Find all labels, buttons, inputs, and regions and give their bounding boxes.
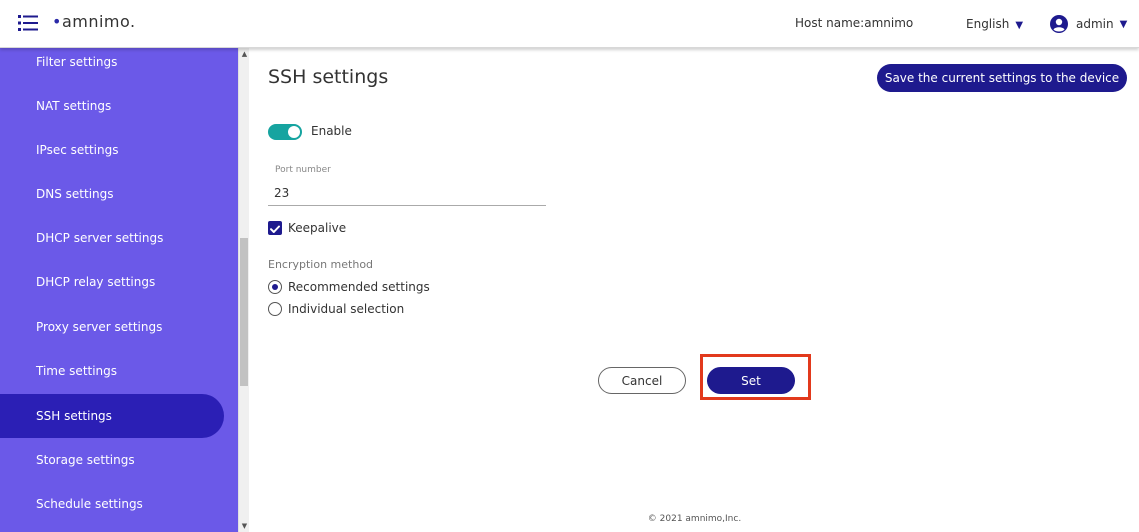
- language-value: English: [966, 17, 1010, 31]
- sidebar-item-dhcp-relay-settings[interactable]: DHCP relay settings: [0, 260, 224, 304]
- save-to-device-button[interactable]: Save the current settings to the device: [877, 64, 1127, 92]
- top-header: •amnimo. Host name:amnimo English ▼ admin…: [0, 0, 1139, 48]
- radio-individual-selection[interactable]: [268, 302, 282, 316]
- scrollbar-thumb[interactable]: [240, 238, 248, 386]
- radio-recommended-settings[interactable]: [268, 280, 282, 294]
- sidebar-item-time-settings[interactable]: Time settings: [0, 349, 224, 393]
- language-selector[interactable]: English ▼: [966, 17, 1023, 31]
- caret-down-icon: ▼: [1119, 18, 1128, 30]
- amnimo-logo[interactable]: •amnimo.: [52, 12, 136, 31]
- sidebar-item-dhcp-server-settings[interactable]: DHCP server settings: [0, 216, 224, 260]
- page-title: SSH settings: [268, 66, 389, 88]
- user-menu[interactable]: admin ▼: [1050, 15, 1127, 33]
- user-circle-icon: [1050, 15, 1068, 33]
- user-name: admin: [1076, 17, 1114, 31]
- sidebar-item-dns-settings[interactable]: DNS settings: [0, 172, 224, 216]
- cancel-button[interactable]: Cancel: [598, 367, 686, 394]
- sidebar-item-nat-settings[interactable]: NAT settings: [0, 84, 224, 128]
- sidebar-nav: Filter settings NAT settings IPsec setti…: [0, 48, 238, 532]
- footer-copyright: © 2021 amnimo,Inc.: [647, 514, 742, 524]
- host-name-label: Host name:amnimo: [795, 16, 914, 30]
- sidebar-scrollbar[interactable]: ▲ ▼: [238, 48, 249, 532]
- keepalive-label: Keepalive: [288, 221, 347, 235]
- sidebar-item-ssh-settings[interactable]: SSH settings: [0, 394, 224, 438]
- keepalive-checkbox[interactable]: [268, 221, 282, 235]
- list-menu-icon[interactable]: [18, 14, 38, 32]
- sidebar-item-proxy-server-settings[interactable]: Proxy server settings: [0, 305, 224, 349]
- scroll-up-arrow-icon[interactable]: ▲: [239, 48, 250, 60]
- sidebar-item-ipsec-settings[interactable]: IPsec settings: [0, 128, 224, 172]
- logo-mark-icon: •: [52, 12, 62, 31]
- sidebar-item-filter-settings[interactable]: Filter settings: [0, 48, 224, 84]
- logo-text: amnimo.: [61, 12, 136, 31]
- toggle-knob: [288, 126, 300, 138]
- encryption-method-label: Encryption method: [268, 258, 374, 271]
- port-number-field[interactable]: [268, 180, 546, 206]
- radio-label-individual: Individual selection: [288, 302, 405, 316]
- caret-down-icon: ▼: [1015, 20, 1024, 31]
- port-number-label: Port number: [275, 165, 331, 175]
- enable-label: Enable: [311, 124, 352, 138]
- radio-label-recommended: Recommended settings: [288, 280, 430, 294]
- sidebar-item-storage-settings[interactable]: Storage settings: [0, 438, 224, 482]
- enable-toggle[interactable]: [268, 124, 302, 140]
- check-icon: [270, 225, 280, 233]
- set-button[interactable]: Set: [707, 367, 795, 394]
